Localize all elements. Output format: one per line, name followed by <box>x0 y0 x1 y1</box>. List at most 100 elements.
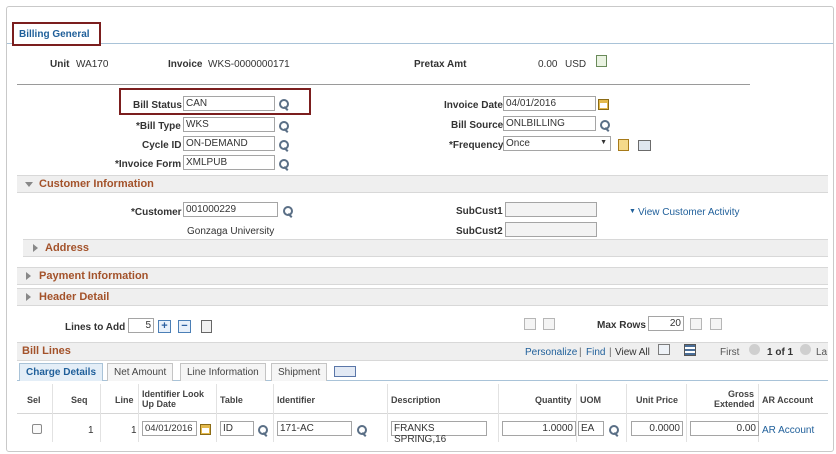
invoice-date-calendar-icon[interactable] <box>598 99 609 110</box>
column-divider <box>273 384 274 442</box>
col-sel: Sel <box>27 395 41 405</box>
tab-net-amount[interactable]: Net Amount <box>107 363 174 381</box>
row-uom-input[interactable]: EA <box>578 421 604 436</box>
customer-information-header[interactable]: Customer Information <box>17 175 828 193</box>
separator: | <box>579 347 582 358</box>
column-divider <box>216 384 217 442</box>
header-divider <box>17 84 750 85</box>
cycle-id-search-icon[interactable] <box>278 139 290 151</box>
bill-lines-title: Bill Lines <box>22 345 71 357</box>
amount-summary-icon[interactable] <box>596 55 607 67</box>
move-bottom-icon[interactable] <box>710 318 722 330</box>
bill-type-label: *Bill Type <box>136 121 181 132</box>
view-all-link[interactable]: View All <box>615 347 650 358</box>
tab-billing-general[interactable]: Billing General <box>12 22 101 46</box>
invoice-form-input[interactable]: XMLPUB <box>183 155 275 170</box>
copy-icon[interactable] <box>638 140 651 151</box>
bill-type-search-icon[interactable] <box>278 120 290 132</box>
page-frame <box>6 6 834 452</box>
column-divider <box>387 384 388 442</box>
previous-icon[interactable] <box>749 344 760 355</box>
payment-information-header[interactable]: Payment Information <box>17 267 828 285</box>
col-line: Line <box>115 395 134 405</box>
cycle-id-input[interactable]: ON-DEMAND <box>183 136 275 151</box>
invoice-label: Invoice <box>168 59 203 70</box>
col-unit-price: Unit Price <box>636 395 679 405</box>
col-uom: UOM <box>580 395 601 405</box>
find-link[interactable]: Find <box>586 347 605 358</box>
move-top-icon[interactable] <box>524 318 536 330</box>
bill-source-search-icon[interactable] <box>599 119 611 131</box>
pretax-value: 0.00 <box>538 59 558 70</box>
row-identifier-input[interactable]: 171-AC <box>277 421 352 436</box>
col-identifier: Identifier <box>277 395 316 405</box>
pretax-currency: USD <box>565 59 587 70</box>
frequency-select[interactable]: Once ▼ <box>503 136 611 151</box>
bill-status-search-icon[interactable] <box>278 98 290 110</box>
uom-search-icon[interactable] <box>608 424 620 436</box>
bill-status-label: Bill Status <box>133 100 182 111</box>
subcust1-label: SubCust1 <box>456 206 503 217</box>
column-divider <box>626 384 627 442</box>
row-range: 1 of 1 <box>767 347 794 358</box>
tab-charge-details[interactable]: Charge Details <box>19 363 104 381</box>
row-table-input[interactable]: ID <box>220 421 254 436</box>
invoice-value: WKS-0000000171 <box>208 59 290 70</box>
chevron-down-icon: ▼ <box>600 139 607 146</box>
row-line: 1 <box>131 425 137 436</box>
cycle-id-label: Cycle ID <box>142 140 182 151</box>
first-link: First <box>720 347 740 358</box>
row-seq: 1 <box>88 425 94 436</box>
last-link: La <box>816 347 828 358</box>
col-description: Description <box>391 395 441 405</box>
view-customer-activity-link[interactable]: View Customer Activity <box>638 207 740 218</box>
row-quantity-input[interactable]: 1.0000 <box>502 421 576 436</box>
row-gross-extended-input[interactable]: 0.00 <box>690 421 759 436</box>
expand-arrow-icon <box>26 272 31 280</box>
bill-source-input[interactable]: ONLBILLING <box>503 116 596 131</box>
customer-input[interactable]: 001000229 <box>183 202 278 217</box>
row-description-input[interactable]: FRANKS SPRING,16 <box>391 421 487 445</box>
add-lines-button[interactable]: + <box>158 320 171 333</box>
header-detail-header[interactable]: Header Detail <box>17 288 828 306</box>
show-all-columns-icon[interactable] <box>334 366 356 377</box>
customer-name: Gonzaga University <box>187 226 275 237</box>
column-divider <box>138 384 139 442</box>
col-gross-extended: Gross Extended <box>714 389 755 409</box>
tab-shipment[interactable]: Shipment <box>271 363 328 381</box>
zoom-grid-icon[interactable] <box>658 344 670 355</box>
row-select-checkbox[interactable] <box>32 424 42 434</box>
invoice-form-search-icon[interactable] <box>278 158 290 170</box>
tab-line-information[interactable]: Line Information <box>180 363 266 381</box>
remove-lines-button[interactable]: − <box>178 320 191 333</box>
row-ar-account-link[interactable]: AR Account <box>762 425 814 436</box>
download-excel-icon[interactable] <box>684 344 696 356</box>
dropdown-arrow-icon: ▼ <box>629 208 636 215</box>
bill-status-input[interactable]: CAN <box>183 96 275 111</box>
move-down-icon[interactable] <box>690 318 702 330</box>
notes-icon[interactable] <box>618 139 629 151</box>
col-identifier-lookup: Identifier Look Up Date <box>142 389 205 409</box>
pretax-label: Pretax Amt <box>414 59 467 70</box>
lookup-date-calendar-icon[interactable] <box>200 424 211 435</box>
copy-lines-icon[interactable] <box>201 320 212 333</box>
invoice-date-label: Invoice Date <box>444 100 503 111</box>
address-header[interactable]: Address <box>23 239 828 257</box>
lines-to-add-input[interactable]: 5 <box>128 318 154 333</box>
row-unit-price-input[interactable]: 0.0000 <box>631 421 683 436</box>
subcust2-label: SubCust2 <box>456 226 503 237</box>
customer-label: *Customer <box>131 207 182 218</box>
row-lookup-date-input[interactable]: 04/01/2016 <box>142 421 197 436</box>
collapse-arrow-icon <box>25 182 33 187</box>
bill-type-input[interactable]: WKS <box>183 117 275 132</box>
identifier-search-icon[interactable] <box>356 424 368 436</box>
personalize-link[interactable]: Personalize <box>525 347 577 358</box>
invoice-date-input[interactable]: 04/01/2016 <box>503 96 596 111</box>
table-search-icon[interactable] <box>257 424 269 436</box>
expand-arrow-icon <box>26 293 31 301</box>
separator: | <box>609 347 612 358</box>
move-up-icon[interactable] <box>543 318 555 330</box>
max-rows-input[interactable]: 20 <box>648 316 684 331</box>
next-icon[interactable] <box>800 344 811 355</box>
customer-search-icon[interactable] <box>282 205 294 217</box>
